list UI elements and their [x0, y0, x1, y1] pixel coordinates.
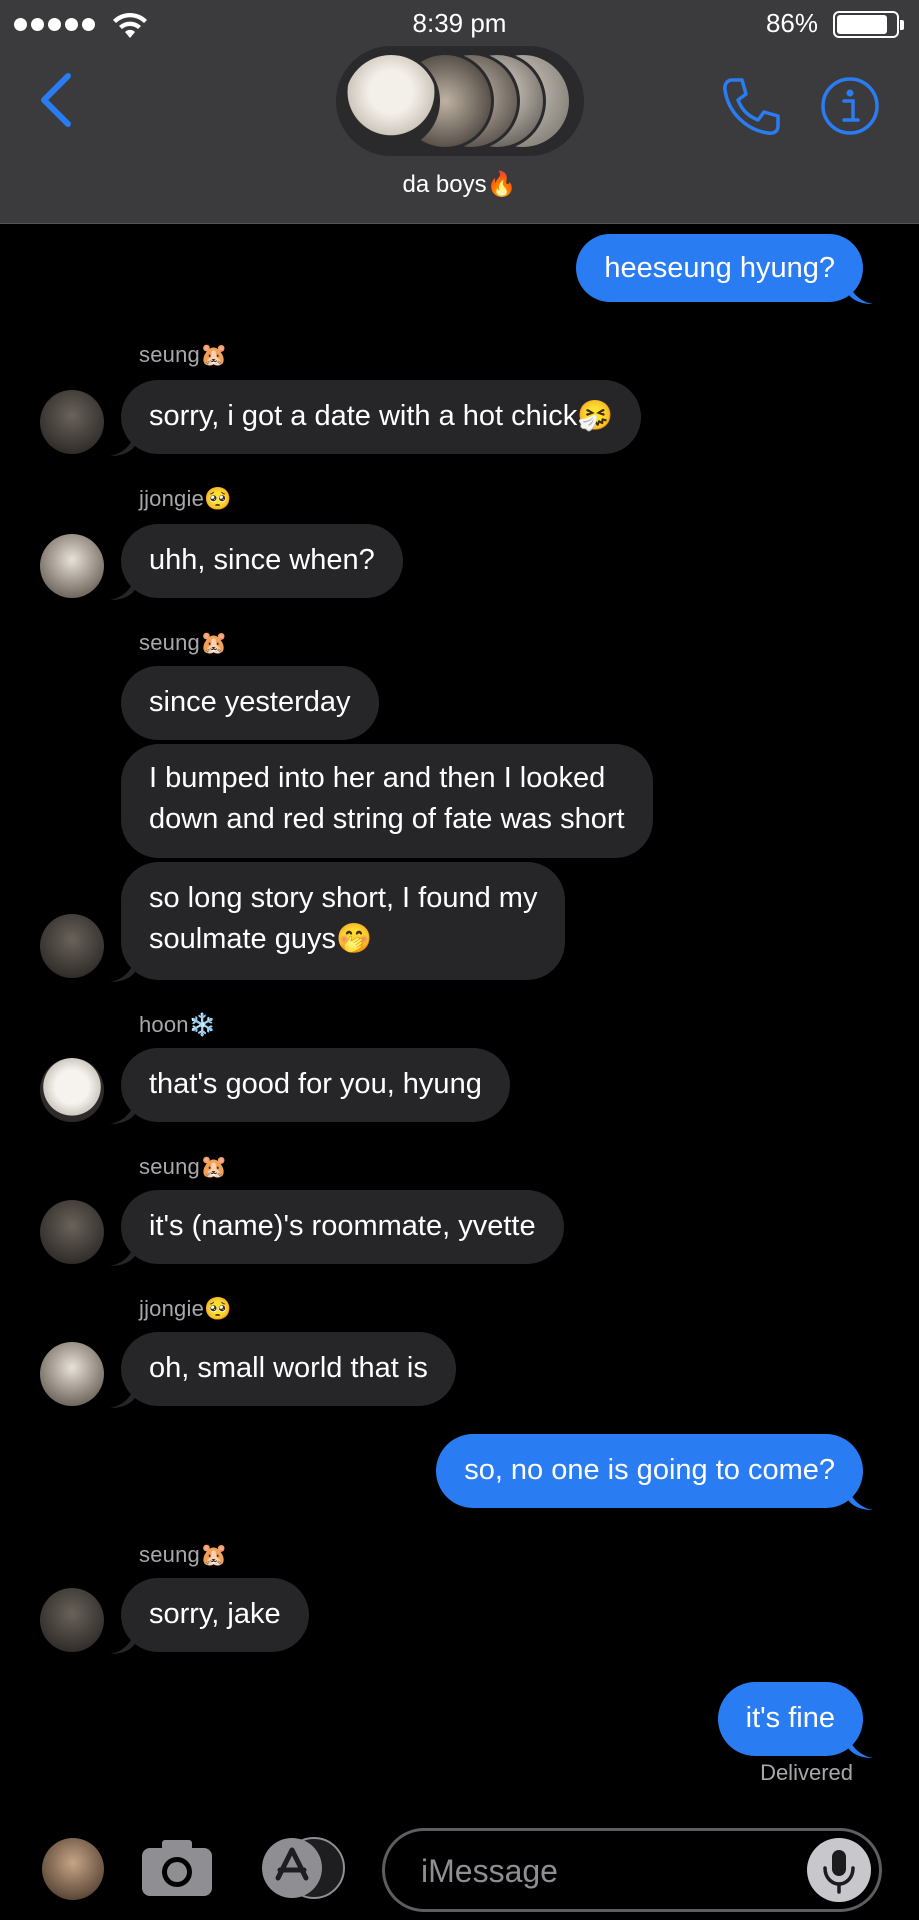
incoming-message[interactable]: sorry, jake	[121, 1578, 309, 1652]
incoming-message[interactable]: since yesterday	[121, 666, 379, 740]
sender-name: seung🐹	[139, 1542, 228, 1567]
sender-name: seung🐹	[139, 342, 228, 367]
sender-name: jjongie🥺	[139, 486, 232, 511]
message-input[interactable]	[421, 1849, 801, 1893]
microphone-button[interactable]	[807, 1838, 871, 1902]
group-member-avatar	[342, 52, 440, 150]
compose-bar	[0, 1812, 919, 1920]
incoming-message[interactable]: I bumped into her and then I looked down…	[121, 744, 653, 858]
incoming-message[interactable]: uhh, since when?	[121, 524, 403, 598]
fire-emoji: 🔥	[486, 171, 517, 198]
outgoing-message[interactable]: it's fine	[717, 1682, 863, 1756]
battery-percentage: 86%	[765, 8, 818, 38]
app-store-icon[interactable]	[260, 1836, 346, 1900]
avatar-seung[interactable]	[40, 1200, 104, 1264]
group-name[interactable]: da boys🔥	[0, 170, 919, 199]
incoming-message[interactable]: that's good for you, hyung	[121, 1048, 510, 1122]
incoming-message[interactable]: it's (name)'s roommate, yvette	[121, 1190, 564, 1264]
incoming-message[interactable]: oh, small world that is	[121, 1332, 456, 1406]
bubble-tail	[110, 1240, 136, 1266]
bubble-tail	[847, 278, 873, 304]
bubble-tail	[110, 574, 136, 600]
microphone-icon	[823, 1850, 855, 1894]
info-icon[interactable]	[820, 76, 880, 136]
avatar-jjongie[interactable]	[40, 534, 104, 598]
status-bar: 8:39 pm 86%	[0, 0, 919, 46]
battery-icon	[833, 11, 904, 38]
sender-name: seung🐹	[139, 630, 228, 655]
bubble-tail	[847, 1732, 873, 1758]
incoming-message[interactable]: so long story short, I found my soulmate…	[121, 862, 566, 980]
group-name-text: da boys	[402, 171, 487, 198]
phone-icon[interactable]	[718, 76, 782, 138]
avatar-seung[interactable]	[40, 390, 104, 454]
avatar-seung[interactable]	[40, 1588, 104, 1652]
back-button[interactable]	[36, 70, 76, 130]
bubble-tail	[110, 1382, 136, 1408]
sender-name: hoon❄️	[139, 1012, 217, 1037]
sender-name: jjongie🥺	[139, 1296, 232, 1321]
memoji-avatar[interactable]	[42, 1838, 104, 1900]
sender-name: seung🐹	[139, 1154, 228, 1179]
bubble-tail	[110, 430, 136, 456]
delivered-status: Delivered	[760, 1760, 853, 1785]
message-input-field[interactable]	[382, 1828, 882, 1912]
outgoing-message[interactable]: heeseung hyung?	[576, 234, 863, 302]
bubble-tail	[110, 1098, 136, 1124]
conversation-header: 8:39 pm 86% da boys🔥	[0, 0, 919, 224]
group-avatar-stack[interactable]	[336, 46, 584, 156]
bubble-tail	[110, 956, 136, 982]
avatar-jjongie[interactable]	[40, 1342, 104, 1406]
bubble-tail	[110, 1628, 136, 1654]
incoming-message[interactable]: sorry, i got a date with a hot chick🤧	[121, 380, 642, 454]
avatar-seung[interactable]	[40, 914, 104, 978]
bubble-tail	[847, 1484, 873, 1510]
outgoing-message[interactable]: so, no one is going to come?	[436, 1434, 863, 1508]
camera-icon[interactable]	[140, 1836, 214, 1898]
avatar-hoon[interactable]	[40, 1058, 104, 1122]
